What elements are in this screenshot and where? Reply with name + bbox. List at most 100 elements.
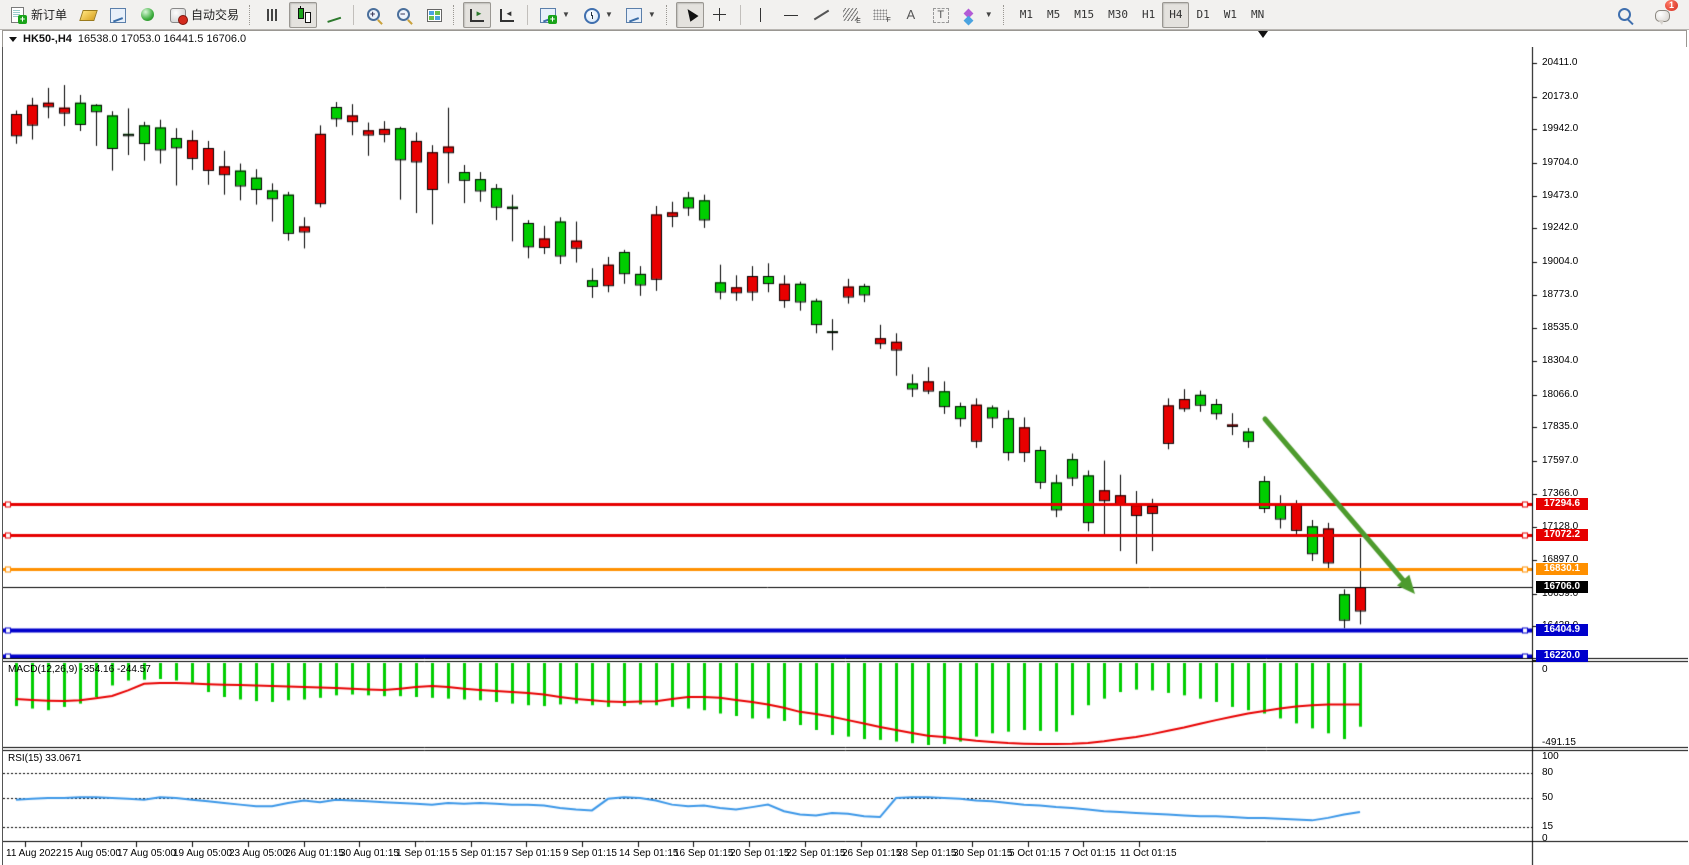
chart-window-button[interactable]: [104, 2, 132, 28]
timeframe-button-m1[interactable]: M1: [1013, 2, 1040, 28]
new-order-label: 新订单: [31, 6, 67, 23]
timeframe-button-d1[interactable]: D1: [1189, 2, 1216, 28]
time-axis-label: 16 Sep 01:15: [674, 848, 734, 859]
text-label-button[interactable]: T: [927, 2, 955, 28]
timeframe-button-mn[interactable]: MN: [1244, 2, 1271, 28]
horizontal-line-icon: [782, 6, 800, 24]
cursor-icon: [681, 6, 699, 24]
rsi-axis-tick: 100: [1542, 751, 1559, 762]
rsi-axis-tick: 15: [1542, 821, 1553, 832]
timeframe-group: M1M5M15M30H1H4D1W1MN: [1013, 2, 1272, 28]
price-tick: 18304.0: [1542, 355, 1578, 366]
timeframe-button-m30[interactable]: M30: [1101, 2, 1135, 28]
chart-shift-button[interactable]: [493, 2, 521, 28]
quotes-button[interactable]: [74, 2, 102, 28]
trendline-button[interactable]: [807, 2, 835, 28]
auto-trading-label: 自动交易: [191, 6, 239, 23]
price-tick: 17835.0: [1542, 421, 1578, 432]
shapes-caret-icon: ▼: [985, 10, 993, 19]
vertical-line-icon: [752, 6, 770, 24]
price-line-label[interactable]: 16404.9: [1536, 624, 1588, 636]
rsi-label: RSI(15) 33.0671: [8, 753, 81, 764]
macd-axis-min: -491.15: [1542, 737, 1576, 748]
price-line-label[interactable]: 16830.1: [1536, 563, 1588, 575]
auto-scroll-button[interactable]: [463, 2, 491, 28]
line-chart-icon: [324, 6, 342, 24]
templates-button[interactable]: ▼: [620, 2, 661, 28]
auto-trading-button[interactable]: 自动交易: [164, 2, 244, 28]
indicators-button[interactable]: +▼: [534, 2, 575, 28]
line-chart-button[interactable]: [319, 2, 347, 28]
time-axis-label: 11 Oct 01:15: [1120, 848, 1177, 859]
price-line-label[interactable]: 17072.2: [1536, 529, 1588, 541]
macd-axis-zero: 0: [1542, 664, 1548, 675]
price-line-label[interactable]: 16220.0: [1536, 650, 1588, 662]
navigator-button[interactable]: [134, 2, 162, 28]
price-tick: 18066.0: [1542, 389, 1578, 400]
macd-label: MACD(12,26,9) -354.16 -244.57: [8, 664, 151, 675]
periods-button[interactable]: ▼: [577, 2, 618, 28]
timeframe-button-m15[interactable]: M15: [1067, 2, 1101, 28]
cursor-button[interactable]: [676, 2, 704, 28]
rsi-axis-tick: 50: [1542, 792, 1553, 803]
timeframe-button-h1[interactable]: H1: [1135, 2, 1162, 28]
timeframe-button-h4[interactable]: H4: [1162, 2, 1189, 28]
time-axis-label: 5 Sep 01:15: [452, 848, 506, 859]
zoom-out-button[interactable]: −: [390, 2, 418, 28]
shapes-icon: [962, 6, 980, 24]
chart-window-icon: [109, 6, 127, 24]
indicators-icon: +: [539, 6, 557, 24]
chart-shift-icon: [498, 6, 516, 24]
rsi-axis-tick: 0: [1542, 833, 1548, 844]
price-tick: 17597.0: [1542, 455, 1578, 466]
vertical-line-button[interactable]: [747, 2, 775, 28]
channels-button[interactable]: [867, 2, 895, 28]
chart-region: 20411.020173.019942.019704.019473.019242…: [2, 47, 1687, 865]
horizontal-line-button[interactable]: [777, 2, 805, 28]
text-icon: A: [902, 6, 920, 24]
new-order-button[interactable]: + 新订单: [4, 2, 72, 28]
chat-icon: 1: [1654, 6, 1672, 24]
crosshair-icon: [711, 6, 729, 24]
new-order-icon: +: [9, 6, 27, 24]
price-line-label[interactable]: 17294.6: [1536, 498, 1588, 510]
text-button[interactable]: A: [897, 2, 925, 28]
time-axis-label: 1 Sep 01:15: [396, 848, 450, 859]
price-tick: 20411.0: [1542, 57, 1577, 68]
chart-header[interactable]: HK50-,H4 16538.0 17053.0 16441.5 16706.0: [2, 30, 1687, 47]
time-axis-label: 26 Sep 01:15: [842, 848, 902, 859]
chat-button[interactable]: 1: [1649, 2, 1677, 28]
tile-windows-icon: [425, 6, 443, 24]
time-axis-label: 7 Oct 01:15: [1064, 848, 1116, 859]
time-axis-label: 17 Aug 05:00: [117, 848, 176, 859]
templates-caret-icon: ▼: [648, 10, 656, 19]
time-axis-label: 5 Oct 01:15: [1009, 848, 1061, 859]
zoom-in-button[interactable]: +: [360, 2, 388, 28]
timeframe-button-m5[interactable]: M5: [1040, 2, 1067, 28]
main-toolbar: + 新订单 自动交易 + − +▼ ▼ ▼ A T: [0, 0, 1689, 30]
search-button[interactable]: [1611, 2, 1639, 28]
time-axis-label: 30 Aug 01:15: [340, 848, 399, 859]
time-axis-label: 14 Sep 01:15: [619, 848, 679, 859]
shapes-button[interactable]: ▼: [957, 2, 998, 28]
periods-caret-icon: ▼: [605, 10, 613, 19]
templates-icon: [625, 6, 643, 24]
rsi-axis-tick: 80: [1542, 767, 1553, 778]
timeframe-button-w1[interactable]: W1: [1217, 2, 1244, 28]
channels-icon: [872, 6, 890, 24]
price-tick: 19942.0: [1542, 123, 1578, 134]
auto-trading-icon: [169, 6, 187, 24]
candlestick-chart-button[interactable]: [289, 2, 317, 28]
chart-shift-marker-icon[interactable]: [1258, 31, 1268, 38]
terminal-window: + 新订单 自动交易 + − +▼ ▼ ▼ A T: [0, 0, 1689, 865]
bar-chart-button[interactable]: [259, 2, 287, 28]
time-axis-label: 22 Sep 01:15: [786, 848, 846, 859]
crosshair-button[interactable]: [706, 2, 734, 28]
tile-windows-button[interactable]: [420, 2, 448, 28]
fibonacci-button[interactable]: [837, 2, 865, 28]
price-line-label[interactable]: 16706.0: [1536, 581, 1588, 593]
price-tick: 19473.0: [1542, 190, 1578, 201]
auto-scroll-icon: [468, 6, 486, 24]
chart-menu-triangle-icon[interactable]: [9, 37, 17, 42]
text-label-icon: T: [932, 6, 950, 24]
